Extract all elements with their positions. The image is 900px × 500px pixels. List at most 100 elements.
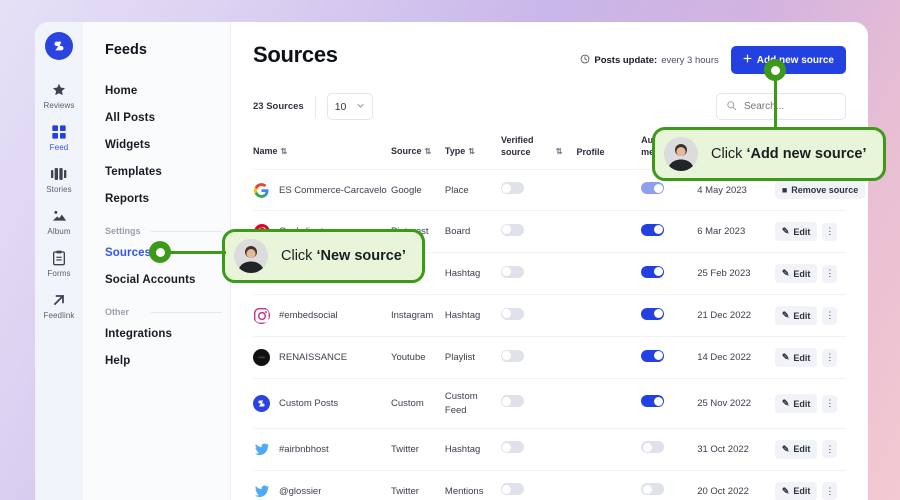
th-verified-sort[interactable]: ⇅ (553, 134, 577, 170)
nav-item-widgets[interactable]: Widgets (105, 131, 230, 158)
edit-label: Edit (793, 486, 811, 497)
row-profile (576, 169, 642, 211)
auto-add-media-toggle[interactable] (641, 265, 665, 278)
auto-add-media-toggle[interactable] (641, 223, 665, 236)
verified-source-toggle[interactable] (500, 395, 524, 408)
nav-title: Feeds (105, 42, 147, 58)
row-profile (576, 252, 642, 295)
nav-item-integrations[interactable]: Integrations (105, 320, 230, 347)
nav-item-reports[interactable]: Reports (105, 185, 230, 212)
verified-source-toggle[interactable] (500, 223, 524, 236)
callout-prefix: Click (711, 146, 747, 162)
th-type-label: Type (444, 146, 466, 157)
edit-label: Edit (793, 352, 811, 363)
edit-button[interactable]: ✎ Edit (774, 264, 818, 284)
callout-prefix: Click (281, 248, 317, 264)
sort-arrows-icon: ⇅ (280, 147, 288, 157)
add-new-source-button[interactable]: Add new source (730, 46, 846, 74)
verified-source-toggle[interactable] (500, 441, 524, 454)
auto-add-media-toggle[interactable] (641, 349, 665, 362)
nav-item-home[interactable]: Home (105, 77, 230, 104)
row-profile (576, 294, 642, 337)
search-box[interactable] (716, 93, 846, 120)
row-name: Custom Posts (279, 397, 339, 409)
row-type: Board (444, 210, 501, 253)
edit-button[interactable]: ✎ Edit (774, 306, 818, 326)
auto-add-media-toggle[interactable] (641, 483, 665, 496)
th-profile: Profile (576, 147, 605, 158)
three-dots-vertical-icon[interactable]: ⋮ (822, 306, 838, 325)
th-name[interactable]: Name ⇅ (253, 134, 391, 170)
table-row[interactable]: Custom Posts Custom Custom Feed 25 Nov 2… (253, 378, 846, 429)
three-dots-vertical-icon[interactable]: ⋮ (822, 348, 838, 367)
pencil-square-icon: ✎ (781, 485, 790, 496)
three-dots-vertical-icon[interactable]: ⋮ (822, 482, 838, 500)
th-type[interactable]: Type ⇅ (445, 134, 501, 170)
instagram-icon (253, 307, 270, 324)
edit-button[interactable]: ✎ Edit (774, 222, 818, 242)
remove-source-label: Remove source (791, 185, 859, 196)
verified-source-toggle[interactable] (500, 349, 524, 362)
verified-source-toggle[interactable] (500, 307, 524, 320)
nav-item-social-accounts[interactable]: Social Accounts (105, 266, 230, 293)
edit-button[interactable]: ✎ Edit (774, 348, 818, 368)
edit-button[interactable]: ✎ Edit (774, 394, 818, 414)
three-dots-vertical-icon[interactable]: ⋮ (822, 222, 838, 241)
edit-label: Edit (793, 268, 811, 279)
twitter-icon (253, 483, 270, 500)
annotation-dot-add-source (764, 59, 786, 81)
twitter-icon (253, 441, 270, 458)
embedsocial-logo-icon[interactable] (45, 32, 73, 60)
auto-add-media-toggle[interactable] (641, 307, 665, 320)
rail-label-forms: Forms (47, 269, 71, 278)
table-row[interactable]: #airbnbhost Twitter Hashtag 31 Oct 2022 … (253, 427, 846, 471)
row-profile (576, 378, 642, 429)
three-dots-vertical-icon[interactable]: ⋮ (822, 440, 838, 459)
auto-add-media-toggle[interactable] (641, 182, 665, 195)
star-icon (51, 81, 67, 98)
remove-source-button[interactable]: ■ Remove source (774, 181, 866, 200)
row-name: #airbnbhost (279, 443, 329, 455)
rail-item-feed[interactable]: Feed (35, 116, 83, 158)
row-date: 31 Oct 2022 (697, 427, 775, 471)
row-type: Place (444, 169, 501, 211)
three-dots-vertical-icon[interactable]: ⋮ (822, 264, 838, 283)
table-row[interactable]: #embedsocial Instagram Hashtag 21 Dec 20… (253, 294, 846, 337)
table-row[interactable]: RENAISSANCE Youtube Playlist 14 Dec 2022… (253, 336, 846, 379)
edit-label: Edit (793, 444, 811, 455)
rail-item-reviews[interactable]: Reviews (35, 74, 83, 116)
verified-source-toggle[interactable] (500, 182, 524, 195)
search-input[interactable] (744, 101, 836, 112)
rail-label-reviews: Reviews (43, 101, 75, 110)
nav-item-all-posts[interactable]: All Posts (105, 104, 230, 131)
table-row[interactable]: @glossier Twitter Mentions 20 Oct 2022 ✎… (253, 469, 846, 500)
rail-item-album[interactable]: Album (35, 200, 83, 242)
edit-button[interactable]: ✎ Edit (774, 439, 818, 459)
nav-item-help[interactable]: Help (105, 347, 230, 374)
auto-add-media-toggle[interactable] (641, 395, 665, 408)
nav-item-templates[interactable]: Templates (105, 158, 230, 185)
arrow-up-right-icon (51, 291, 67, 308)
th-source[interactable]: Source ⇅ (391, 134, 445, 170)
toolbar-divider (314, 95, 316, 118)
rail-label-feed: Feed (49, 143, 69, 152)
row-profile (576, 210, 642, 253)
page-size-value: 10 (334, 100, 347, 113)
row-date: 6 Mar 2023 (697, 210, 775, 253)
nav-section-settings: Settings (105, 226, 230, 236)
auto-add-media-toggle[interactable] (641, 441, 665, 454)
rail-item-forms[interactable]: Forms (35, 242, 83, 284)
square-icon: ■ (781, 185, 788, 196)
th-verified-source: Verified source (500, 135, 534, 158)
row-source: Twitter (391, 427, 445, 471)
rail-item-stories[interactable]: Stories (35, 158, 83, 200)
rail-item-feedlink[interactable]: Feedlink (35, 284, 83, 326)
verified-source-toggle[interactable] (500, 483, 524, 496)
edit-button[interactable]: ✎ Edit (774, 481, 818, 500)
row-type: Hashtag (444, 427, 501, 471)
page-size-select[interactable]: 10 (326, 93, 373, 120)
verified-source-toggle[interactable] (500, 265, 524, 278)
row-source: Custom (391, 378, 445, 429)
three-dots-vertical-icon[interactable]: ⋮ (822, 394, 838, 413)
google-icon (253, 182, 270, 199)
